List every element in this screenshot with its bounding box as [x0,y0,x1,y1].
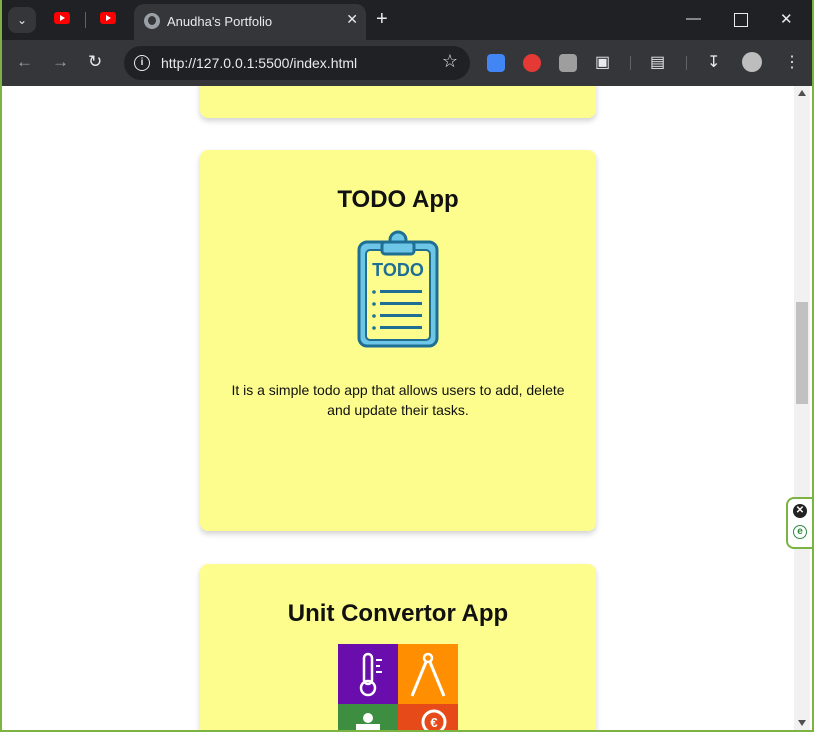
project-title: Unit Convertor App [287,600,509,627]
tab-separator [85,12,86,28]
youtube-icon [54,12,70,24]
project-description: It is a simple todo app that allows user… [231,382,565,418]
pinned-tab-youtube-2[interactable] [100,12,118,26]
project-card-todo: TODO App TODO It is a simple todo app th… [200,150,596,531]
scroll-down-icon[interactable] [798,720,806,726]
project-card-previous [200,86,596,118]
scrollbar-thumb[interactable] [796,302,808,404]
weight-icon [363,713,373,723]
todo-clipboard-icon: TODO [357,230,439,348]
address-bar[interactable]: i http://127.0.0.1:5500/index.html ☆ [124,46,470,80]
close-icon[interactable]: ✕ [793,504,807,518]
back-icon[interactable]: ← [16,52,33,72]
project-card-unit-convertor: Unit Convertor App € [200,564,596,730]
download-icon[interactable]: ↧ [707,52,720,72]
youtube-icon [100,12,116,24]
forward-icon[interactable]: → [52,52,69,72]
toolbar-separator [686,56,687,70]
new-tab-plus-icon[interactable]: + [376,8,388,31]
active-tab[interactable]: Anudha's Portfolio ✕ [134,4,366,40]
page-content: TODO App TODO It is a simple todo app th… [2,86,794,730]
maximize-icon[interactable] [734,13,748,27]
tab-title: Anudha's Portfolio [167,14,273,29]
globe-icon [144,13,160,29]
reading-list-icon[interactable]: ▤ [650,52,665,72]
currency-tile [398,704,458,730]
reload-icon[interactable]: ↻ [88,52,102,72]
extension-icon[interactable] [559,54,577,72]
svg-text:€: € [430,715,437,730]
profile-icon[interactable] [742,52,762,72]
unit-convertor-image: € [338,644,458,730]
star-icon[interactable]: ☆ [442,51,458,72]
tab-bar: ⌄ Anudha's Portfolio ✕ + — ✕ [2,0,812,40]
e-extension-icon[interactable]: e [793,525,807,539]
close-tab-icon[interactable]: ✕ [346,11,358,28]
pinned-tab-youtube-1[interactable] [54,12,72,26]
scrollbar[interactable] [794,86,810,730]
side-extension-widget: ✕ e [786,497,812,549]
browser-window: ⌄ Anudha's Portfolio ✕ + — ✕ ← → ↻ i htt… [2,0,812,730]
browser-toolbar: ← → ↻ i http://127.0.0.1:5500/index.html… [2,40,812,86]
url-text[interactable]: http://127.0.0.1:5500/index.html [161,55,357,71]
scroll-up-icon[interactable] [798,90,806,96]
menu-icon[interactable]: ⋮ [784,52,800,72]
minimize-icon[interactable]: — [686,10,701,27]
puzzle-icon[interactable]: ▣ [595,52,610,72]
translate-icon[interactable] [487,54,505,72]
adblock-icon[interactable] [523,54,541,72]
tab-search-icon[interactable]: ⌄ [8,7,36,33]
svg-text:TODO: TODO [372,260,424,280]
project-title: TODO App [337,186,459,213]
info-icon[interactable]: i [134,55,150,71]
close-window-icon[interactable]: ✕ [780,10,793,28]
toolbar-separator [630,56,631,70]
